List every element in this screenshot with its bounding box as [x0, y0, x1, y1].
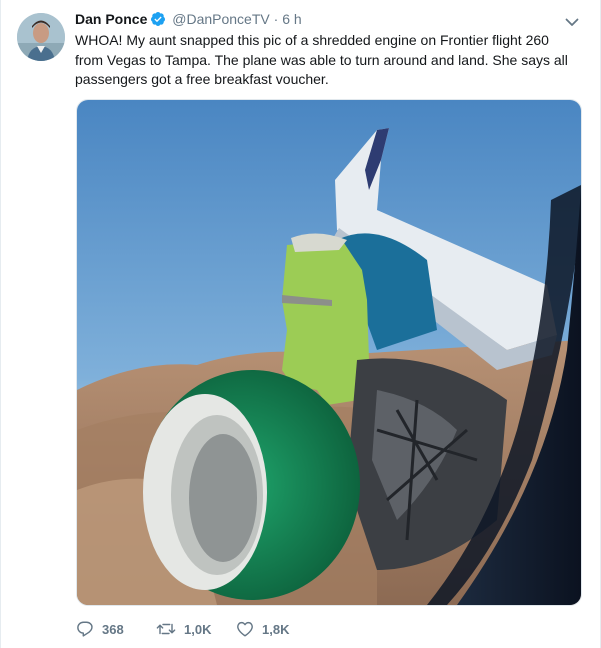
tweet-card[interactable]: Dan Ponce @DanPonceTV · 6 h WHOA! My aun…: [0, 0, 601, 648]
like-button[interactable]: 1,8K: [236, 620, 316, 638]
retweet-count: 1,0K: [184, 621, 212, 637]
retweet-button[interactable]: 1,0K: [156, 620, 236, 638]
verified-badge-icon: [150, 11, 166, 31]
like-count: 1,8K: [262, 621, 290, 637]
tweet-actions: 368 1,0K 1,8K: [76, 620, 316, 638]
engine-photo: [77, 100, 581, 605]
chevron-down-icon[interactable]: [564, 14, 580, 30]
reply-count: 368: [102, 621, 124, 637]
heart-icon: [237, 621, 253, 637]
tweet-header: Dan Ponce @DanPonceTV · 6 h: [75, 10, 560, 31]
header-separator: ·: [273, 11, 279, 27]
author-handle[interactable]: @DanPonceTV: [172, 11, 269, 27]
tweet-timestamp[interactable]: 6 h: [282, 11, 301, 27]
tweet-text: WHOA! My aunt snapped this pic of a shre…: [75, 32, 568, 87]
reply-button[interactable]: 368: [76, 620, 156, 638]
author-name[interactable]: Dan Ponce: [75, 11, 147, 27]
avatar[interactable]: [17, 13, 65, 61]
reply-icon: [77, 621, 93, 637]
retweet-icon: [156, 623, 176, 635]
avatar-photo: [17, 13, 65, 61]
tweet-photo[interactable]: [76, 99, 582, 606]
